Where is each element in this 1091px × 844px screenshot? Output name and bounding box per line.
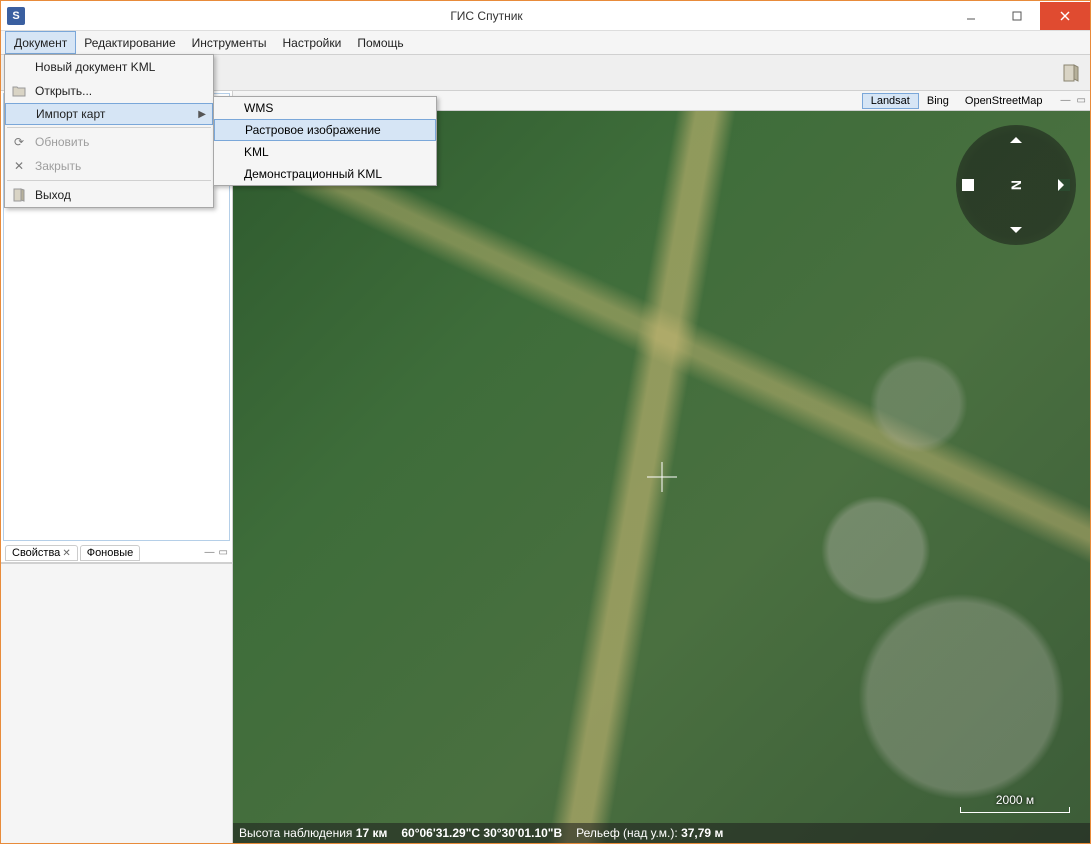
menu-settings[interactable]: Настройки [274,31,349,54]
door-icon [11,187,27,203]
layer-tab-bing[interactable]: Bing [919,94,957,108]
status-altitude: Высота наблюдения 17 км [239,826,387,840]
scale-label: 2000 м [996,793,1034,807]
compass-north-label: N [1008,180,1024,190]
menubar: Документ Редактирование Инструменты Наст… [1,31,1090,55]
menu-help[interactable]: Помощь [349,31,411,54]
menu-item-open[interactable]: Открыть... [5,79,213,103]
compass-left-icon[interactable] [962,179,974,191]
window-title: ГИС Спутник [25,9,948,23]
window-controls [948,2,1090,30]
folder-icon [11,83,27,99]
bottom-tabs: Свойства✕ Фоновые — ▭ [1,543,232,563]
maximize-panel-icon[interactable]: ▭ [219,547,228,558]
scale-line [960,807,1070,813]
menu-item-refresh: ⟳ Обновить [5,130,213,154]
menu-item-import-maps[interactable]: Импорт карт ▶ [5,103,213,125]
app-icon: S [7,7,25,25]
document-menu: Новый документ KML Открыть... Импорт кар… [4,54,214,208]
menu-item-new-kml[interactable]: Новый документ KML [5,55,213,79]
minimize-map-icon[interactable]: — [1061,95,1071,106]
menu-tools[interactable]: Инструменты [184,31,275,54]
status-relief: Рельеф (над у.м.): 37,79 м [576,826,723,840]
status-coordinates: 60°06'31.29"С 30°30'01.10"В [401,826,562,840]
tab-background[interactable]: Фоновые [80,545,141,561]
menu-separator [7,180,211,181]
tab-properties[interactable]: Свойства✕ [5,545,78,561]
chevron-right-icon: ▶ [198,109,206,120]
scale-bar: 2000 м [960,793,1070,813]
menu-separator [7,127,211,128]
compass-up-icon[interactable] [1010,131,1022,143]
maximize-button[interactable] [994,2,1040,30]
close-button[interactable] [1040,2,1090,30]
refresh-icon: ⟳ [11,134,27,150]
map-panel: Landsat Bing OpenStreetMap — ▭ N [233,91,1090,843]
submenu-item-demo-kml[interactable]: Демонстрационный KML [214,163,436,185]
submenu-item-kml[interactable]: KML [214,141,436,163]
menu-edit[interactable]: Редактирование [76,31,183,54]
menu-document[interactable]: Документ [5,31,76,54]
maximize-map-icon[interactable]: ▭ [1077,95,1086,106]
menu-item-exit[interactable]: Выход [5,183,213,207]
close-icon[interactable]: ✕ [62,548,70,559]
compass-right-icon[interactable] [1058,179,1070,191]
properties-panel [1,563,232,843]
layer-tab-landsat[interactable]: Landsat [862,93,919,109]
compass[interactable]: N [956,125,1076,245]
menu-item-close: ✕ Закрыть [5,154,213,178]
status-bar: Высота наблюдения 17 км 60°06'31.29"С 30… [233,823,1090,843]
toolbar-exit-icon[interactable] [1058,60,1084,86]
close-x-icon: ✕ [11,158,27,174]
crosshair-icon [647,462,677,492]
layer-tab-osm[interactable]: OpenStreetMap [957,94,1051,108]
submenu-item-wms[interactable]: WMS [214,97,436,119]
minimize-button[interactable] [948,2,994,30]
compass-down-icon[interactable] [1010,227,1022,239]
app-window: S ГИС Спутник Документ Редактирование Ин… [0,0,1091,844]
map-view[interactable]: N 2000 м Высота наблюдения 17 км 60°06'3… [233,111,1090,843]
import-submenu: WMS Растровое изображение KML Демонстрац… [213,96,437,186]
minimize-panel-icon[interactable]: — [205,547,215,558]
submenu-item-raster[interactable]: Растровое изображение [214,119,436,141]
titlebar: S ГИС Спутник [1,1,1090,31]
